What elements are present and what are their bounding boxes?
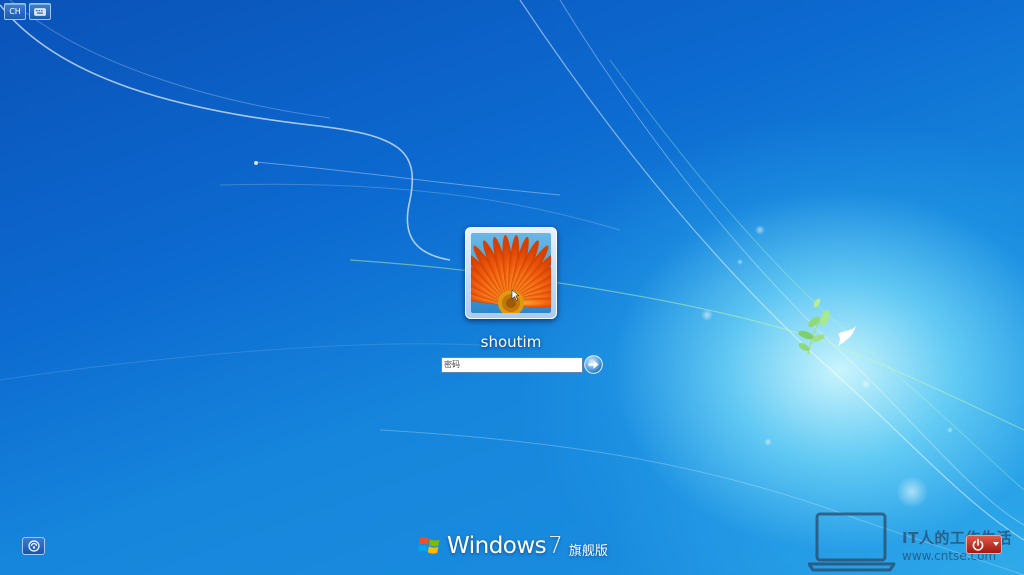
- user-picture: [471, 233, 551, 313]
- windows-branding: Windows 7 旗舰版: [418, 531, 608, 561]
- user-name: shoutim: [480, 333, 542, 351]
- os-edition: 旗舰版: [568, 543, 608, 559]
- orange-flower-picture: [471, 233, 551, 313]
- shutdown-button[interactable]: [966, 535, 1002, 554]
- laptop-icon: [808, 512, 896, 572]
- os-version: 7: [548, 533, 563, 559]
- password-input[interactable]: [441, 357, 583, 373]
- input-language-label: CH: [9, 7, 21, 16]
- keyboard-button[interactable]: [29, 3, 51, 20]
- ease-of-access-button[interactable]: [22, 537, 45, 555]
- keyboard-icon: [34, 7, 46, 16]
- shutdown-options-arrow[interactable]: [993, 542, 999, 546]
- bird-and-leaves-icon: [798, 298, 856, 356]
- arrow-right-icon: [584, 355, 603, 374]
- submit-button[interactable]: [584, 355, 603, 374]
- logon-screen: CH shoutim Windows 7 旗舰版 IT人的工作生活 www.cn…: [0, 0, 1024, 575]
- power-icon: [972, 538, 984, 551]
- ease-of-access-icon: [27, 540, 40, 552]
- os-name: Windows: [447, 533, 547, 559]
- input-language-button[interactable]: CH: [4, 3, 26, 20]
- user-tile[interactable]: [465, 227, 557, 319]
- windows-flag-logo: [418, 537, 440, 554]
